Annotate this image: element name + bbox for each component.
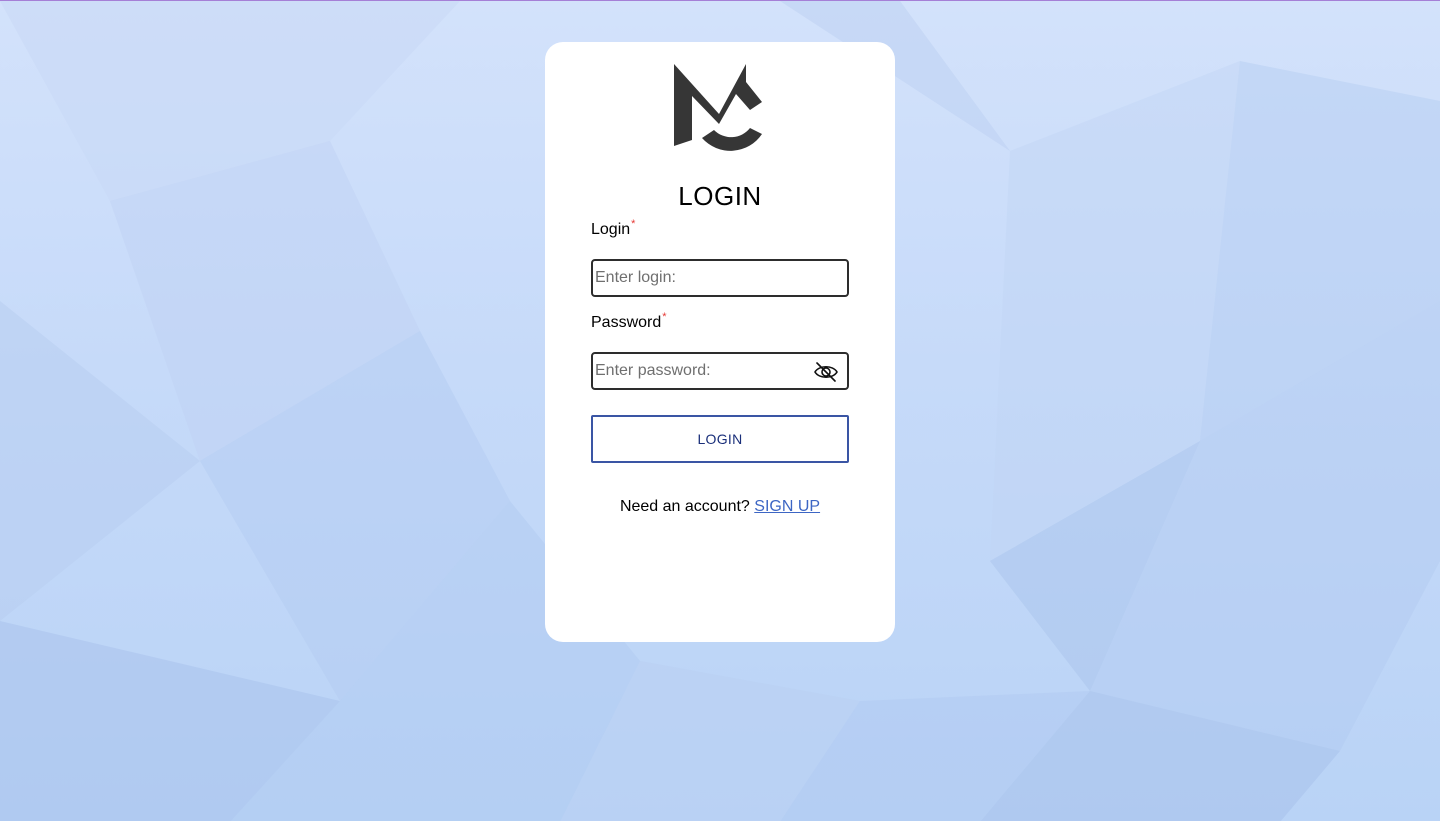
login-input-wrapper (591, 259, 849, 297)
mc-logo-icon (674, 64, 762, 151)
login-button[interactable]: LOGIN (591, 415, 849, 463)
login-field-label: Login* (591, 218, 636, 239)
login-input[interactable] (593, 261, 847, 295)
password-input[interactable] (593, 354, 847, 388)
signup-prompt-text: Need an account? (619, 498, 750, 515)
login-label-text: Login (591, 221, 631, 238)
eye-slash-icon[interactable] (813, 361, 839, 383)
signup-prompt: Need an account? SIGN UP (545, 498, 895, 516)
page-title: LOGIN (678, 181, 762, 211)
password-input-wrapper (591, 352, 849, 390)
login-card: LOGIN Login* Password* LOGIN Need an acc… (545, 42, 895, 642)
signup-link[interactable]: SIGN UP (754, 498, 820, 515)
required-marker: * (662, 311, 667, 323)
password-label-text: Password (591, 314, 662, 331)
required-marker: * (631, 218, 636, 230)
password-field-label: Password* (591, 311, 667, 332)
